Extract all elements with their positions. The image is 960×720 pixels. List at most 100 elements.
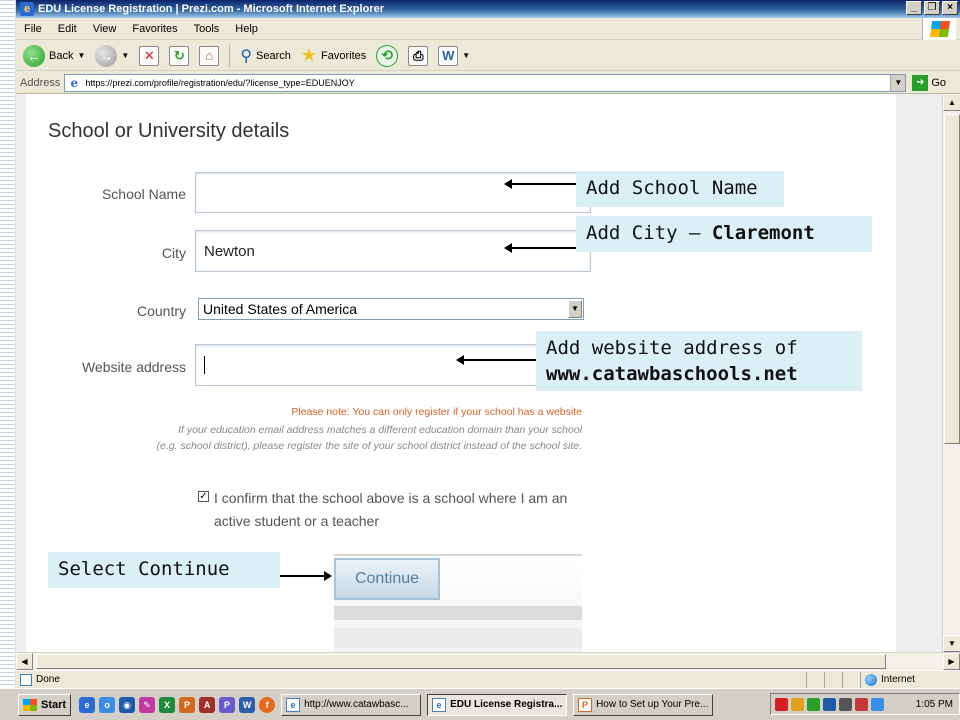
task-powerpoint-icon: P bbox=[578, 697, 593, 712]
refresh-icon: ↻ bbox=[169, 45, 190, 66]
clock[interactable]: 1:05 PM bbox=[916, 699, 953, 710]
history-button[interactable]: ⟲ bbox=[373, 43, 401, 69]
website-input[interactable] bbox=[195, 344, 591, 386]
city-input[interactable]: Newton bbox=[195, 230, 591, 272]
callout-website-arrow bbox=[456, 355, 536, 365]
vertical-scrollbar[interactable]: ▲ ▼ bbox=[942, 94, 960, 652]
minimize-button[interactable]: _ bbox=[906, 1, 922, 15]
back-dropdown-icon[interactable]: ▼ bbox=[77, 51, 85, 60]
scroll-down-icon[interactable]: ▼ bbox=[943, 635, 960, 652]
menu-view[interactable]: View bbox=[93, 23, 117, 35]
zone-text: Internet bbox=[881, 674, 915, 685]
horizontal-scrollbar[interactable]: ◀ ▶ bbox=[16, 652, 960, 670]
word-edit-icon: W bbox=[438, 45, 459, 66]
media-quicklaunch-icon[interactable]: ◉ bbox=[119, 696, 136, 713]
publisher-quicklaunch-icon[interactable]: P bbox=[219, 696, 236, 713]
firefox-quicklaunch-icon[interactable]: f bbox=[259, 696, 276, 713]
back-label: Back bbox=[49, 49, 74, 62]
menu-bar: File Edit View Favorites Tools Help bbox=[16, 18, 960, 40]
callout-city: Add City – Claremont bbox=[576, 216, 872, 252]
tray-icon[interactable] bbox=[775, 697, 788, 711]
decorative-band-2 bbox=[334, 628, 582, 648]
start-button[interactable]: Start bbox=[18, 693, 72, 716]
status-cell bbox=[824, 671, 842, 688]
menu-edit[interactable]: Edit bbox=[58, 23, 77, 35]
city-label: City bbox=[161, 245, 186, 261]
status-left: Done bbox=[16, 673, 806, 686]
status-cell bbox=[806, 671, 824, 688]
domain-note-line2: (e.g. school district), please register … bbox=[156, 440, 582, 452]
scroll-right-icon[interactable]: ▶ bbox=[943, 653, 960, 670]
outlook-quicklaunch-icon[interactable]: o bbox=[99, 696, 116, 713]
scroll-left-icon[interactable]: ◀ bbox=[16, 653, 33, 670]
scroll-up-icon[interactable]: ▲ bbox=[943, 94, 960, 111]
country-select[interactable]: United States of America ▼ bbox=[198, 298, 584, 320]
print-button[interactable]: ⎙ bbox=[405, 43, 431, 69]
country-label: Country bbox=[136, 303, 186, 319]
paint-quicklaunch-icon[interactable]: ✎ bbox=[139, 696, 156, 713]
callout-school-arrow bbox=[504, 179, 576, 189]
task-edu-license[interactable]: e EDU License Registra... bbox=[427, 693, 568, 716]
menu-tools[interactable]: Tools bbox=[194, 23, 220, 35]
tray-icon[interactable] bbox=[807, 697, 820, 711]
confirm-checkbox[interactable]: ✓ bbox=[198, 491, 209, 502]
go-button[interactable]: ➜ Go bbox=[912, 74, 946, 91]
callout-website-url: www.catawbaschools.net bbox=[546, 363, 798, 385]
refresh-button[interactable]: ↻ bbox=[166, 43, 192, 69]
status-text: Done bbox=[36, 674, 60, 685]
vertical-scroll-thumb[interactable] bbox=[944, 114, 960, 444]
task-catawba[interactable]: e http://www.catawbasc... bbox=[281, 693, 422, 716]
tray-icon[interactable] bbox=[855, 697, 868, 711]
window-controls: _ ❐ × bbox=[906, 1, 958, 15]
forward-arrow-icon: → bbox=[95, 44, 118, 67]
confirm-text: I confirm that the school above is a sch… bbox=[214, 490, 568, 529]
website-label: Website address bbox=[81, 359, 186, 375]
callout-continue-arrow bbox=[280, 571, 332, 581]
search-button[interactable]: ⚲ Search bbox=[237, 43, 294, 69]
edit-button[interactable]: W ▼ bbox=[435, 43, 473, 69]
continue-button[interactable]: Continue bbox=[334, 558, 440, 600]
task-ie-icon: e bbox=[286, 697, 301, 712]
address-bar: Address e https://prezi.com/profile/regi… bbox=[16, 72, 960, 94]
forward-dropdown-icon[interactable]: ▼ bbox=[121, 51, 129, 60]
menu-favorites[interactable]: Favorites bbox=[132, 23, 177, 35]
search-icon: ⚲ bbox=[240, 47, 253, 65]
favorites-star-icon: ★ bbox=[300, 45, 318, 65]
address-input[interactable]: e https://prezi.com/profile/registration… bbox=[64, 73, 907, 92]
stop-button[interactable]: ✕ bbox=[136, 43, 162, 69]
go-arrow-icon: ➜ bbox=[912, 74, 929, 91]
forward-button[interactable]: → ▼ bbox=[92, 43, 132, 69]
callout-website-line1: Add website address of bbox=[546, 337, 798, 359]
ie-quicklaunch-icon[interactable]: e bbox=[79, 696, 96, 713]
tray-icon[interactable] bbox=[839, 697, 852, 711]
country-dropdown-icon[interactable]: ▼ bbox=[568, 300, 582, 318]
tray-icon[interactable] bbox=[791, 697, 804, 711]
close-button[interactable]: × bbox=[942, 1, 958, 15]
menu-file[interactable]: File bbox=[24, 23, 42, 35]
favorites-button[interactable]: ★ Favorites bbox=[298, 43, 369, 69]
access-quicklaunch-icon[interactable]: A bbox=[199, 696, 216, 713]
back-button[interactable]: ← Back ▼ bbox=[20, 43, 88, 69]
powerpoint-quicklaunch-icon[interactable]: P bbox=[179, 696, 196, 713]
horizontal-scroll-thumb[interactable] bbox=[36, 654, 886, 669]
menu-help[interactable]: Help bbox=[235, 23, 258, 35]
system-tray: 1:05 PM bbox=[770, 693, 960, 715]
start-label: Start bbox=[41, 698, 67, 711]
edit-dropdown-icon[interactable]: ▼ bbox=[462, 51, 470, 60]
quick-launch: e o ◉ ✎ X P A P W f bbox=[79, 696, 276, 713]
excel-quicklaunch-icon[interactable]: X bbox=[159, 696, 176, 713]
home-icon: ⌂ bbox=[199, 45, 220, 66]
address-dropdown-icon[interactable]: ▼ bbox=[890, 74, 906, 91]
task-setup-prezi[interactable]: P How to Set up Your Pre... bbox=[573, 693, 714, 716]
tray-icon[interactable] bbox=[823, 697, 836, 711]
status-cell bbox=[842, 671, 860, 688]
windows-logo bbox=[922, 18, 956, 40]
tray-icon[interactable] bbox=[871, 697, 884, 711]
country-selected-value: United States of America bbox=[203, 301, 358, 317]
home-button[interactable]: ⌂ bbox=[196, 43, 222, 69]
windows-flag-icon bbox=[929, 21, 950, 37]
school-name-input[interactable] bbox=[195, 172, 591, 213]
restore-button[interactable]: ❐ bbox=[924, 1, 940, 15]
callout-website: Add website address of www.catawbaschool… bbox=[536, 331, 862, 391]
word-quicklaunch-icon[interactable]: W bbox=[239, 696, 256, 713]
